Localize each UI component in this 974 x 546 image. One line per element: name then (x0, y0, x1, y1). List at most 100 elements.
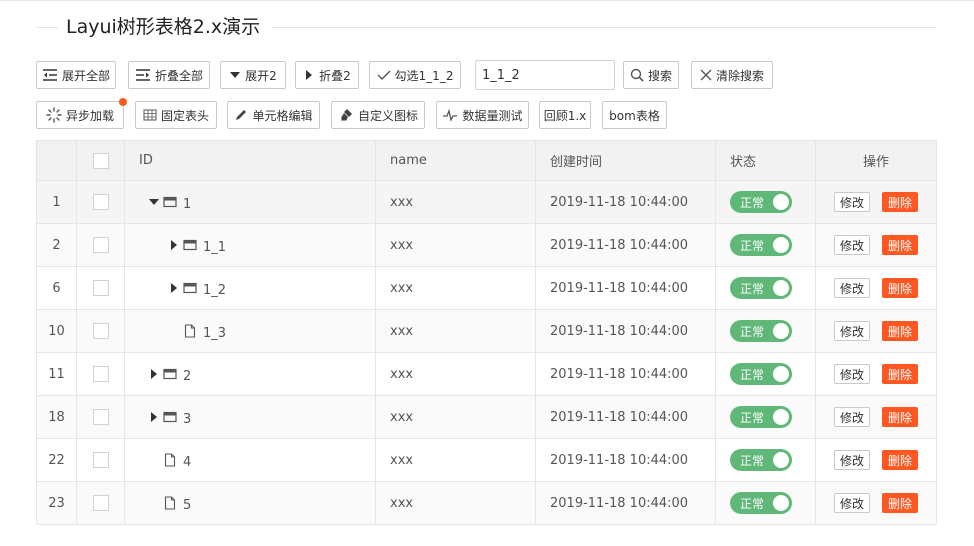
status-switch-label: 正常 (740, 238, 765, 253)
review-1x-button[interactable]: 回顾1.x (539, 101, 591, 129)
table-row[interactable]: 1 1 xxx 2019-11-18 10:44:00 正常 修改 删除 (36, 180, 937, 224)
row-checkbox[interactable] (92, 280, 109, 296)
tree-table: ID name 创建时间 状态 操作 1 1 xxx 2019-11-18 10:44… (36, 140, 937, 525)
row-name: xxx (375, 180, 536, 224)
id-cell: 2 (124, 352, 376, 396)
search-input[interactable] (475, 60, 615, 90)
row-checkbox[interactable] (92, 194, 109, 210)
row-created: 2019-11-18 10:44:00 (535, 438, 716, 482)
clear-search-button[interactable]: 清除搜索 (691, 61, 773, 89)
edit-button[interactable]: 修改 (833, 407, 870, 427)
delete-button[interactable]: 删除 (882, 321, 919, 341)
expand-2-button-label: 展开2 (245, 68, 277, 83)
expand-triangle-icon[interactable] (147, 410, 161, 424)
edit-button[interactable]: 修改 (833, 235, 870, 255)
table-row[interactable]: 2 1_1 xxx 2019-11-18 10:44:00 正常 修改 删除 (36, 223, 937, 267)
header-name[interactable]: name (375, 140, 536, 181)
status-switch[interactable]: 正常 (730, 492, 792, 514)
file-icon (181, 323, 199, 339)
edit-button[interactable]: 修改 (833, 493, 870, 513)
delete-button[interactable]: 删除 (882, 192, 919, 212)
id-cell: 1_2 (124, 266, 376, 310)
table-row[interactable]: 23 5 xxx 2019-11-18 10:44:00 正常 修改 删除 (36, 481, 937, 525)
search-button[interactable]: 搜索 (623, 61, 679, 89)
status-switch[interactable]: 正常 (730, 406, 792, 428)
delete-button[interactable]: 删除 (882, 407, 919, 427)
status-switch[interactable]: 正常 (730, 449, 792, 471)
header-id[interactable]: ID (124, 140, 376, 181)
row-id: 1_1 (203, 239, 227, 255)
select-all-checkbox[interactable] (92, 152, 109, 169)
header-status[interactable]: 状态 (715, 140, 816, 181)
header-created[interactable]: 创建时间 (535, 140, 716, 181)
expand-all-button[interactable]: 展开全部 (36, 61, 116, 89)
row-name: xxx (375, 223, 536, 267)
row-checkbox[interactable] (92, 366, 109, 382)
top-divider (0, 0, 974, 5)
toggle-spacer (167, 324, 181, 338)
delete-button[interactable]: 删除 (882, 493, 919, 513)
delete-button[interactable]: 删除 (882, 278, 919, 298)
expand-triangle-icon[interactable] (167, 238, 181, 252)
bom-table-button-label: bom表格 (609, 108, 660, 123)
status-switch[interactable]: 正常 (730, 191, 792, 213)
edit-button[interactable]: 修改 (833, 192, 870, 212)
edit-button[interactable]: 修改 (833, 321, 870, 341)
status-switch[interactable]: 正常 (730, 320, 792, 342)
table-header-row: ID name 创建时间 状态 操作 (36, 140, 937, 181)
check-1-1-2-button[interactable]: 勾选1_1_2 (369, 61, 461, 89)
status-switch-label: 正常 (740, 410, 765, 425)
expand-triangle-icon[interactable] (167, 281, 181, 295)
outdent-icon (135, 68, 151, 82)
row-index: 23 (36, 481, 77, 525)
custom-icon-button[interactable]: 自定义图标 (331, 101, 425, 129)
row-created: 2019-11-18 10:44:00 (535, 180, 716, 224)
row-name: xxx (375, 266, 536, 310)
bom-table-button[interactable]: bom表格 (602, 101, 667, 129)
edit-button[interactable]: 修改 (833, 364, 870, 384)
row-id: 1 (183, 196, 192, 212)
expand-triangle-icon[interactable] (147, 367, 161, 381)
table-row[interactable]: 18 3 xxx 2019-11-18 10:44:00 正常 修改 删除 (36, 395, 937, 439)
big-data-test-button[interactable]: 数据量测试 (436, 101, 529, 129)
fixed-header-button[interactable]: 固定表头 (135, 101, 217, 129)
row-index: 6 (36, 266, 77, 310)
folder-icon (181, 237, 199, 253)
async-load-button[interactable]: 异步加载 (36, 98, 127, 129)
row-checkbox-cell (76, 223, 125, 267)
row-checkbox[interactable] (92, 495, 109, 511)
table-row[interactable]: 10 1_3 xxx 2019-11-18 10:44:00 正常 修改 删除 (36, 309, 937, 353)
expand-2-button[interactable]: 展开2 (220, 61, 286, 89)
status-switch[interactable]: 正常 (730, 277, 792, 299)
status-switch[interactable]: 正常 (730, 234, 792, 256)
search-icon (630, 68, 644, 82)
edit-button[interactable]: 修改 (833, 278, 870, 298)
row-checkbox[interactable] (92, 409, 109, 425)
row-checkbox[interactable] (92, 323, 109, 339)
row-created: 2019-11-18 10:44:00 (535, 481, 716, 525)
row-checkbox[interactable] (92, 452, 109, 468)
cell-edit-button[interactable]: 单元格编辑 (227, 101, 320, 129)
collapse-all-button[interactable]: 折叠全部 (128, 61, 210, 89)
file-icon (161, 452, 179, 468)
delete-button[interactable]: 删除 (882, 450, 919, 470)
row-name: xxx (375, 438, 536, 482)
collapse-2-button[interactable]: 折叠2 (295, 61, 359, 89)
legend-line-left (36, 27, 58, 28)
delete-button[interactable]: 删除 (882, 364, 919, 384)
actions-cell: 修改 删除 (815, 352, 937, 396)
row-checkbox[interactable] (92, 237, 109, 253)
delete-button[interactable]: 删除 (882, 235, 919, 255)
switch-knob (773, 323, 789, 339)
indent-icon (42, 68, 58, 82)
row-checkbox-cell (76, 309, 125, 353)
table-row[interactable]: 22 4 xxx 2019-11-18 10:44:00 正常 修改 删除 (36, 438, 937, 482)
collapse-triangle-icon[interactable] (147, 195, 161, 209)
table-row[interactable]: 11 2 xxx 2019-11-18 10:44:00 正常 修改 删除 (36, 352, 937, 396)
status-switch[interactable]: 正常 (730, 363, 792, 385)
table-row[interactable]: 6 1_2 xxx 2019-11-18 10:44:00 正常 修改 删除 (36, 266, 937, 310)
review-1x-button-label: 回顾1.x (543, 108, 587, 123)
collapse-2-button-label: 折叠2 (319, 68, 351, 83)
edit-button[interactable]: 修改 (833, 450, 870, 470)
row-index: 1 (36, 180, 77, 224)
